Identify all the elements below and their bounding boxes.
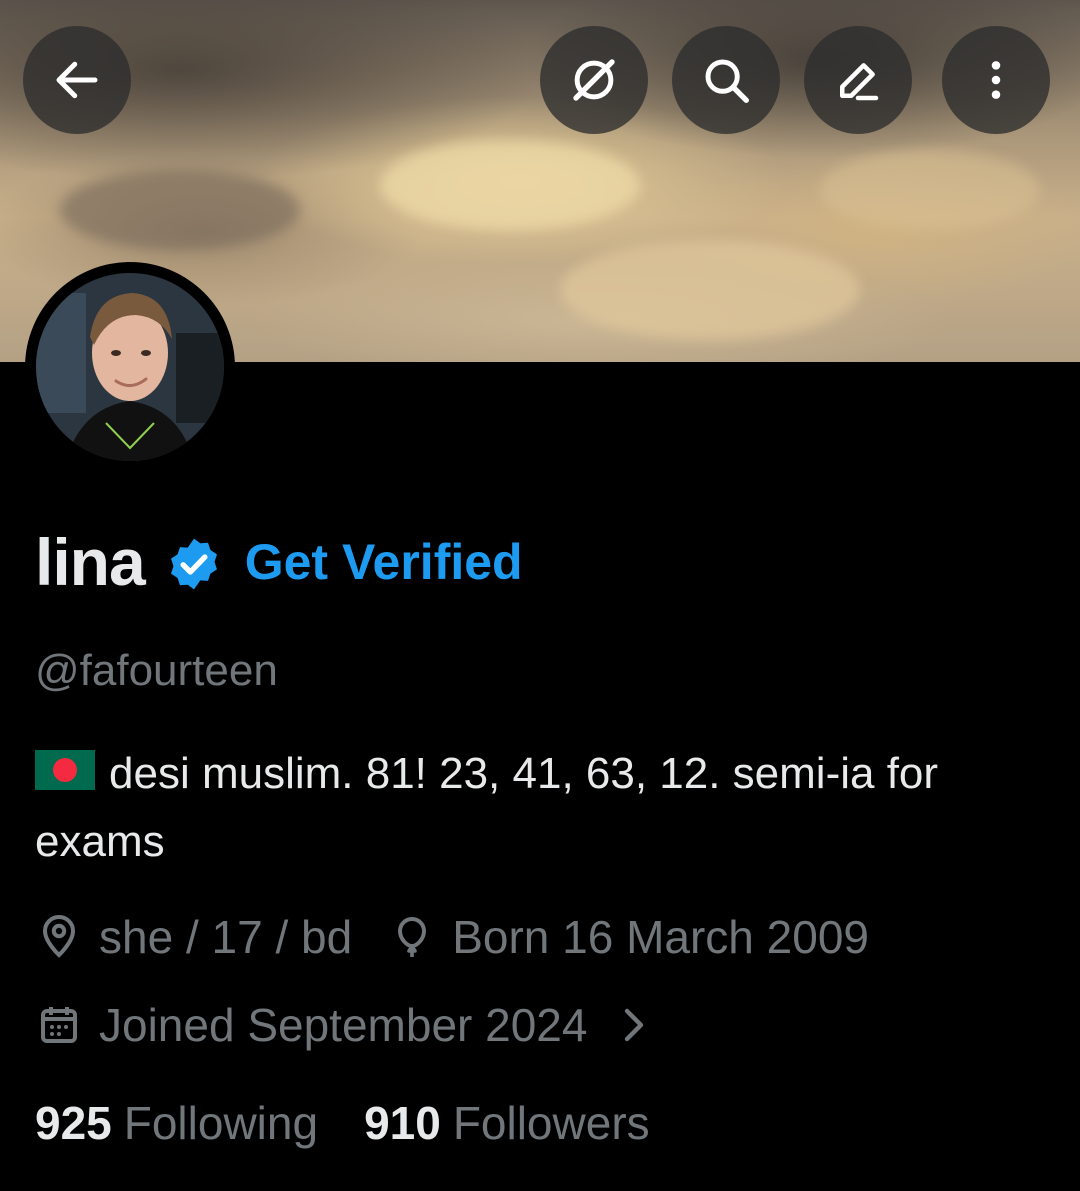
name-row: lina Get Verified (35, 522, 523, 602)
following-link[interactable]: 925 Following (35, 1096, 318, 1150)
following-label: Following (123, 1097, 319, 1149)
more-vertical-icon (991, 61, 1001, 99)
location-text: she / 17 / bd (99, 911, 353, 963)
grok-icon (573, 59, 615, 101)
more-options-button[interactable] (942, 26, 1050, 134)
bangladesh-flag-icon (35, 750, 95, 790)
search-button[interactable] (672, 26, 780, 134)
handle: @fafourteen (35, 646, 278, 695)
search-icon (705, 59, 749, 103)
birthday-text: Born 16 March 2009 (452, 911, 869, 963)
avatar[interactable] (25, 262, 235, 472)
calendar-icon (41, 1007, 77, 1043)
followers-link[interactable]: 910 Followers (364, 1096, 650, 1150)
bio: desi muslim. 81! 23, 41, 63, 12. semi-ia… (35, 740, 1045, 876)
verified-badge-icon[interactable] (165, 535, 223, 593)
back-button[interactable] (23, 26, 131, 134)
display-name: lina (35, 525, 146, 599)
grok-button[interactable] (540, 26, 648, 134)
joined-text: Joined September 2024 (99, 999, 588, 1051)
following-count: 925 (35, 1097, 112, 1149)
joined-row[interactable]: Joined September 2024 (35, 998, 657, 1052)
arrow-left-icon (56, 61, 98, 99)
follow-stats: 925 Following 910 Followers (35, 1096, 650, 1150)
chevron-right-icon (625, 1008, 644, 1042)
location: she / 17 / bd (35, 910, 352, 964)
birthday: Born 16 March 2009 (388, 910, 869, 964)
get-verified-link[interactable]: Get Verified (245, 533, 523, 591)
profile-meta-row: she / 17 / bd Born 16 March 2009 (35, 910, 869, 964)
edit-pencil-icon (840, 63, 879, 101)
location-pin-icon (42, 915, 76, 958)
followers-count: 910 (364, 1097, 441, 1149)
edit-button[interactable] (804, 26, 912, 134)
bio-text: desi muslim. 81! 23, 41, 63, 12. semi-ia… (35, 749, 939, 866)
balloon-icon (398, 916, 427, 957)
followers-label: Followers (452, 1097, 650, 1149)
avatar-photo (36, 273, 224, 461)
